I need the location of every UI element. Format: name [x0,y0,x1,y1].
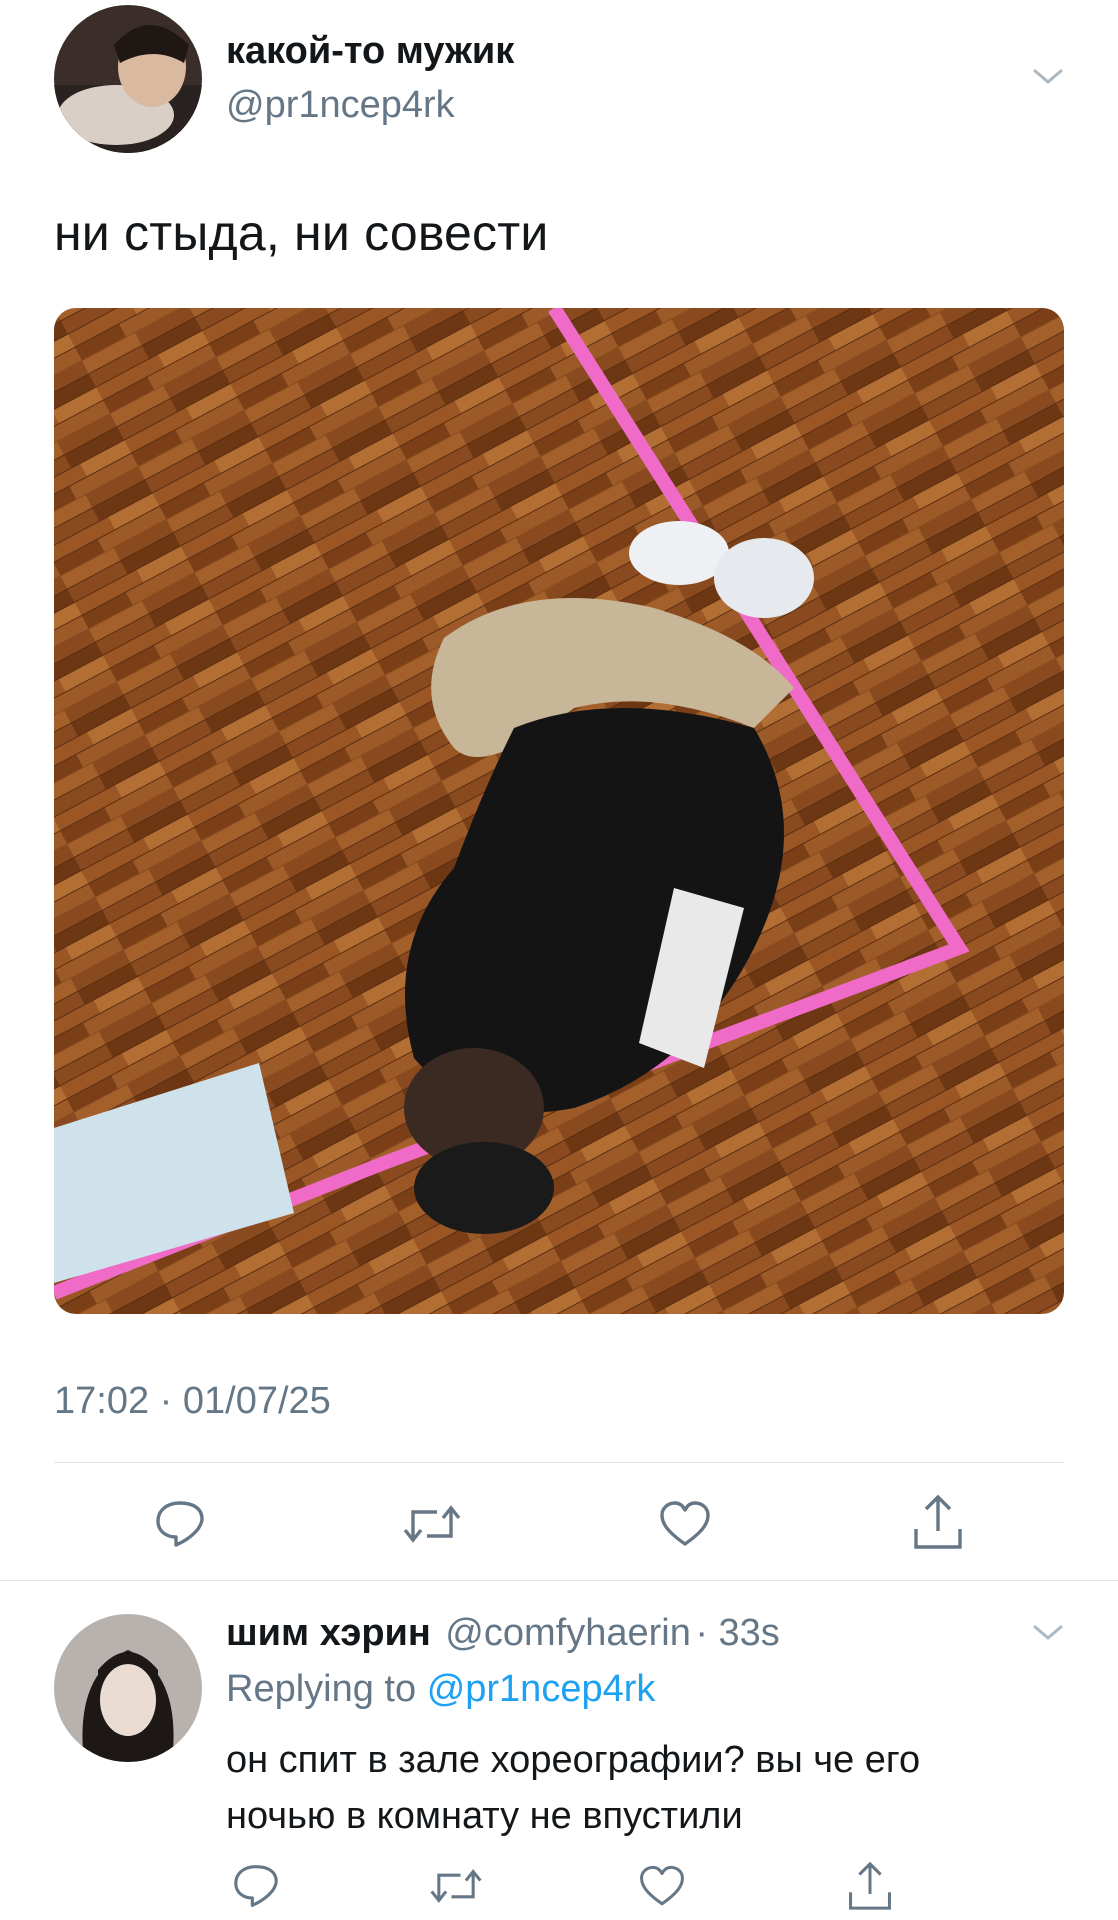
tweet-photo[interactable] [54,308,1064,1314]
tweet-timestamp[interactable]: 17:02 · 01/07/25 [54,1380,331,1423]
like-icon[interactable] [634,1862,690,1910]
reply-text-line: ночью в комнату не впустили [226,1795,743,1837]
reply-header: шим хэрин @comfyhaerin · 33s [226,1612,780,1655]
retweet-icon[interactable] [426,1862,486,1910]
divider [54,1462,1064,1463]
author-name[interactable]: какой-то мужик [226,30,514,73]
chevron-down-icon[interactable] [1030,64,1066,88]
replying-to-handle[interactable]: @pr1ncep4rk [427,1668,656,1710]
reply-author-handle[interactable]: @comfyhaerin [445,1612,691,1654]
tweet-text: ни стыда, ни совести [54,205,549,261]
reply-author-avatar[interactable] [54,1614,202,1762]
reply-text: он спит в зале хореографии? вы че его но… [226,1732,920,1844]
reply-text-line: он спит в зале хореографии? вы че его [226,1739,921,1781]
divider [0,1580,1118,1581]
replying-to-label: Replying to [226,1668,417,1710]
replying-to: Replying to @pr1ncep4rk [226,1668,655,1711]
reply-icon[interactable] [150,1496,210,1552]
author-avatar[interactable] [54,5,202,153]
reply-icon[interactable] [228,1860,284,1912]
share-icon[interactable] [842,1858,898,1914]
reply-author-name[interactable]: шим хэрин [226,1612,431,1654]
retweet-icon[interactable] [400,1496,464,1552]
like-icon[interactable] [655,1496,715,1552]
author-handle[interactable]: @pr1ncep4rk [226,84,455,127]
reply-time: · 33s [695,1612,780,1654]
chevron-down-icon[interactable] [1030,1620,1066,1644]
share-icon[interactable] [908,1490,968,1554]
